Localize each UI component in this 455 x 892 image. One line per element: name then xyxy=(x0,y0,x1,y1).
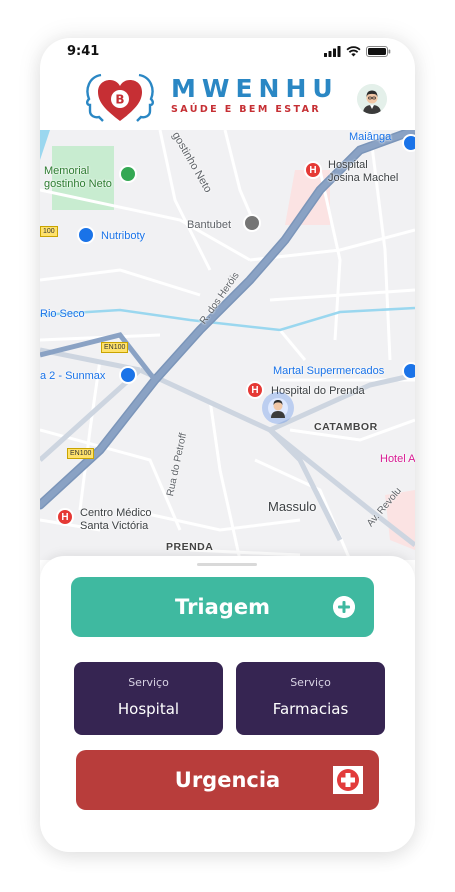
map-label-rio-seco: Rio Seco xyxy=(40,308,85,320)
status-time: 9:41 xyxy=(67,44,100,59)
action-sheet: Triagem Serviço Hospital Serviço Farmaci… xyxy=(40,556,415,852)
road-badge-en100-c: 100 xyxy=(40,226,58,237)
cross-icon xyxy=(333,766,363,794)
nutriboty-pin-icon[interactable] xyxy=(77,226,95,244)
bantubet-pin-icon[interactable] xyxy=(243,214,261,232)
farmacias-service-caption: Serviço xyxy=(290,676,331,689)
hospital-pin-icon[interactable]: H xyxy=(304,161,322,179)
logo-icon: B xyxy=(86,73,154,122)
map-label-sunmax: a 2 - Sunmax xyxy=(40,370,106,382)
maianga-pin-icon[interactable] xyxy=(402,134,415,152)
road-badge-en100-a: EN100 xyxy=(101,342,129,353)
hospital-service-caption: Serviço xyxy=(128,676,169,689)
map-label-martal: Martal Supermercados xyxy=(273,365,385,377)
map-label-maianga: Maiânga xyxy=(349,131,392,143)
martal-pin-icon[interactable] xyxy=(402,362,415,380)
logo-letter: B xyxy=(115,93,124,107)
app-header: B MWENHU SAÚDE E BEM ESTAR xyxy=(40,66,415,130)
triagem-button[interactable]: Triagem xyxy=(71,577,374,637)
map-label-catambor: CATAMBOR xyxy=(314,421,378,433)
map-label-prenda: PRENDA xyxy=(166,541,214,553)
phone-frame: 9:41 B MWENHU SAÚDE E BEM ESTAR Maiânga … xyxy=(40,38,415,852)
brand-name: MWENHU xyxy=(171,74,339,103)
centro-medico-pin-icon[interactable]: H xyxy=(56,508,74,526)
hospital-service-button[interactable]: Serviço Hospital xyxy=(74,662,223,735)
urgencia-label: Urgencia xyxy=(174,768,281,792)
plus-circle-icon xyxy=(333,596,355,618)
park-pin-icon[interactable] xyxy=(119,165,137,183)
map-label-hospital-josina: Hospital Josina Machel xyxy=(328,159,399,184)
sunmax-pin-icon[interactable] xyxy=(119,366,137,384)
map-streets xyxy=(40,130,415,560)
status-bar: 9:41 xyxy=(40,38,415,68)
battery-icon xyxy=(366,46,391,57)
map-label-nutriboty: Nutriboty xyxy=(101,230,146,242)
farmacias-service-button[interactable]: Serviço Farmacias xyxy=(236,662,385,735)
map-label-memorial: Memorial gostinho Neto xyxy=(44,165,112,190)
map-label-massulo: Massulo xyxy=(268,499,317,514)
road-badge-en100-b: EN100 xyxy=(67,448,95,459)
signal-icon xyxy=(324,46,341,57)
urgencia-button[interactable]: Urgencia xyxy=(76,750,379,810)
user-avatar[interactable] xyxy=(357,84,387,114)
map-view[interactable]: Maiânga gostinho Neto Hospital Josina Ma… xyxy=(40,130,415,560)
farmacias-service-label: Farmacias xyxy=(272,700,349,718)
map-label-centro-medico: Centro Médico Santa Victória xyxy=(80,507,152,532)
hospital-service-label: Hospital xyxy=(117,700,180,718)
map-label-hotel: Hotel A xyxy=(380,453,415,465)
sheet-drag-handle[interactable] xyxy=(197,563,257,566)
map-label-bantubet: Bantubet xyxy=(187,219,232,231)
user-location-avatar xyxy=(268,398,288,418)
avatar-icon xyxy=(357,84,387,114)
wifi-icon xyxy=(346,46,361,57)
status-icons xyxy=(324,46,391,57)
user-location-icon[interactable] xyxy=(262,392,294,424)
brand-tagline: SAÚDE E BEM ESTAR xyxy=(171,104,322,115)
triagem-label: Triagem xyxy=(175,595,270,619)
